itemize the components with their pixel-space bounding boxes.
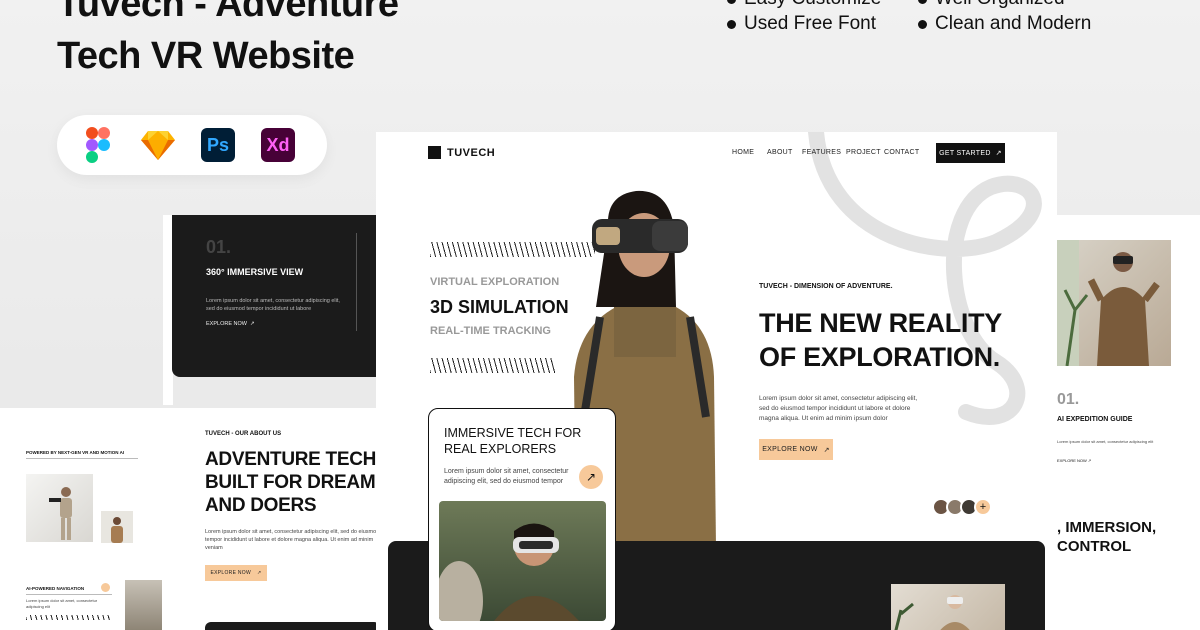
avatar-group: + [932, 498, 992, 516]
card-title: AI EXPEDITION GUIDE [1057, 416, 1133, 423]
card-body: Lorem ipsum dolor sit amet, consectetur … [206, 298, 340, 312]
figma-icon [81, 127, 115, 163]
hero-title-line-1: Tuvech - Adventure [57, 0, 399, 25]
feature-item: Clean and Modern [918, 13, 1091, 35]
list-item: VIRTUAL EXPLORATION [430, 276, 560, 288]
tools-pill: Ps Xd [57, 115, 327, 175]
arrow-icon[interactable] [101, 583, 110, 592]
get-started-button[interactable]: GET STARTED ↗ [936, 143, 1005, 163]
person-image [26, 474, 93, 542]
right-page: 01. AI EXPEDITION GUIDE Lorem ipsum dolo… [1055, 215, 1200, 630]
logo-icon [428, 146, 441, 159]
site-logo[interactable]: TUVECH [428, 146, 495, 159]
nav-contact[interactable]: CONTACT [884, 149, 919, 156]
card-title: IMMERSIVE TECH FOR REAL EXPLORERS [444, 426, 582, 456]
card-body: Lorem ipsum dolor sit amet, consectetur … [1057, 439, 1154, 444]
powered-label: POWERED BY NEXT-GEN VR AND MOTION AI [26, 450, 125, 455]
feature-item: Used Free Font [727, 13, 876, 35]
list-item: REAL-TIME TRACKING [430, 325, 551, 337]
hero-title: Tuvech - Adventure Tech VR Website [57, 0, 399, 82]
bullet-icon [918, 0, 927, 4]
nav-project[interactable]: PROJECT [846, 149, 881, 156]
bullet-icon [727, 0, 736, 4]
card-number: 01. [1057, 391, 1080, 408]
nav-home[interactable]: HOME [732, 149, 754, 156]
nav-features[interactable]: FEATURES [802, 149, 841, 156]
about-page: POWERED BY NEXT-GEN VR AND MOTION AI AI-… [0, 408, 414, 630]
rock-image [125, 580, 162, 630]
photoshop-icon: Ps [201, 128, 235, 162]
about-eyebrow: TUVECH - OUR ABOUT US [205, 431, 282, 437]
feature-item: Easy Customize [727, 0, 881, 10]
divider [26, 458, 138, 459]
divider [26, 594, 112, 595]
hero-body: Lorem ipsum dolor sit amet, consectetur … [759, 395, 918, 422]
card-body: Lorem ipsum dolor sit amet, consectetur … [444, 468, 569, 485]
dark-section [205, 622, 380, 630]
bullet-icon [727, 19, 736, 29]
decor-hatch [430, 358, 555, 373]
add-avatar-button[interactable]: + [974, 498, 992, 516]
hero-headline: THE NEW REALITY OF EXPLORATION. [759, 308, 1002, 372]
person-vr-image [1057, 240, 1171, 367]
website-preview: TUVECH HOME ABOUT FEATURES PROJECT CONTA… [376, 132, 1057, 630]
hero-eyebrow: TUVECH - DIMENSION OF ADVENTURE. [759, 283, 893, 290]
person-image [101, 511, 133, 543]
divider [356, 233, 357, 331]
card-number: 01. [206, 237, 232, 257]
list-item-active: 3D SIMULATION [430, 297, 569, 317]
decor-hatch [26, 615, 110, 620]
sketch-icon [141, 128, 175, 162]
explore-link[interactable]: EXPLORE NOW ↗ [1057, 458, 1091, 463]
tagline: , IMMERSION, CONTROL [1057, 519, 1157, 555]
feature-card-dark: 01. 360° IMMERSIVE VIEW Lorem ipsum dolo… [172, 215, 382, 377]
nav-label: AI-POWERED NAVIGATION [26, 586, 85, 591]
card-title: 360° IMMERSIVE VIEW [206, 267, 304, 277]
arrow-icon: ↗ [995, 150, 1002, 157]
nav-body: Lorem ipsum dolor sit amet, consectetur … [26, 598, 98, 609]
explore-button[interactable]: EXPLORE NOW ↗ [759, 439, 833, 460]
explore-button[interactable]: EXPLORE NOW ↗ [205, 565, 267, 581]
arrow-icon: ↗ [823, 446, 830, 454]
arrow-icon: ↗ [257, 570, 262, 576]
hero-title-line-2: Tech VR Website [57, 35, 355, 77]
nav-about[interactable]: ABOUT [767, 149, 793, 156]
bullet-icon [918, 19, 927, 29]
feature-card: IMMERSIVE TECH FOR REAL EXPLORERS Lorem … [428, 408, 616, 630]
feature-item: Well Organized [918, 0, 1065, 10]
explore-link[interactable]: EXPLORE NOW ↗ [206, 321, 255, 327]
about-body: Lorem ipsum dolor sit amet, consectetur … [205, 529, 380, 551]
arrow-button[interactable]: ↗ [579, 465, 603, 489]
explorer-image [439, 501, 606, 621]
adobe-xd-icon: Xd [261, 128, 295, 162]
vr-image [891, 584, 1005, 630]
